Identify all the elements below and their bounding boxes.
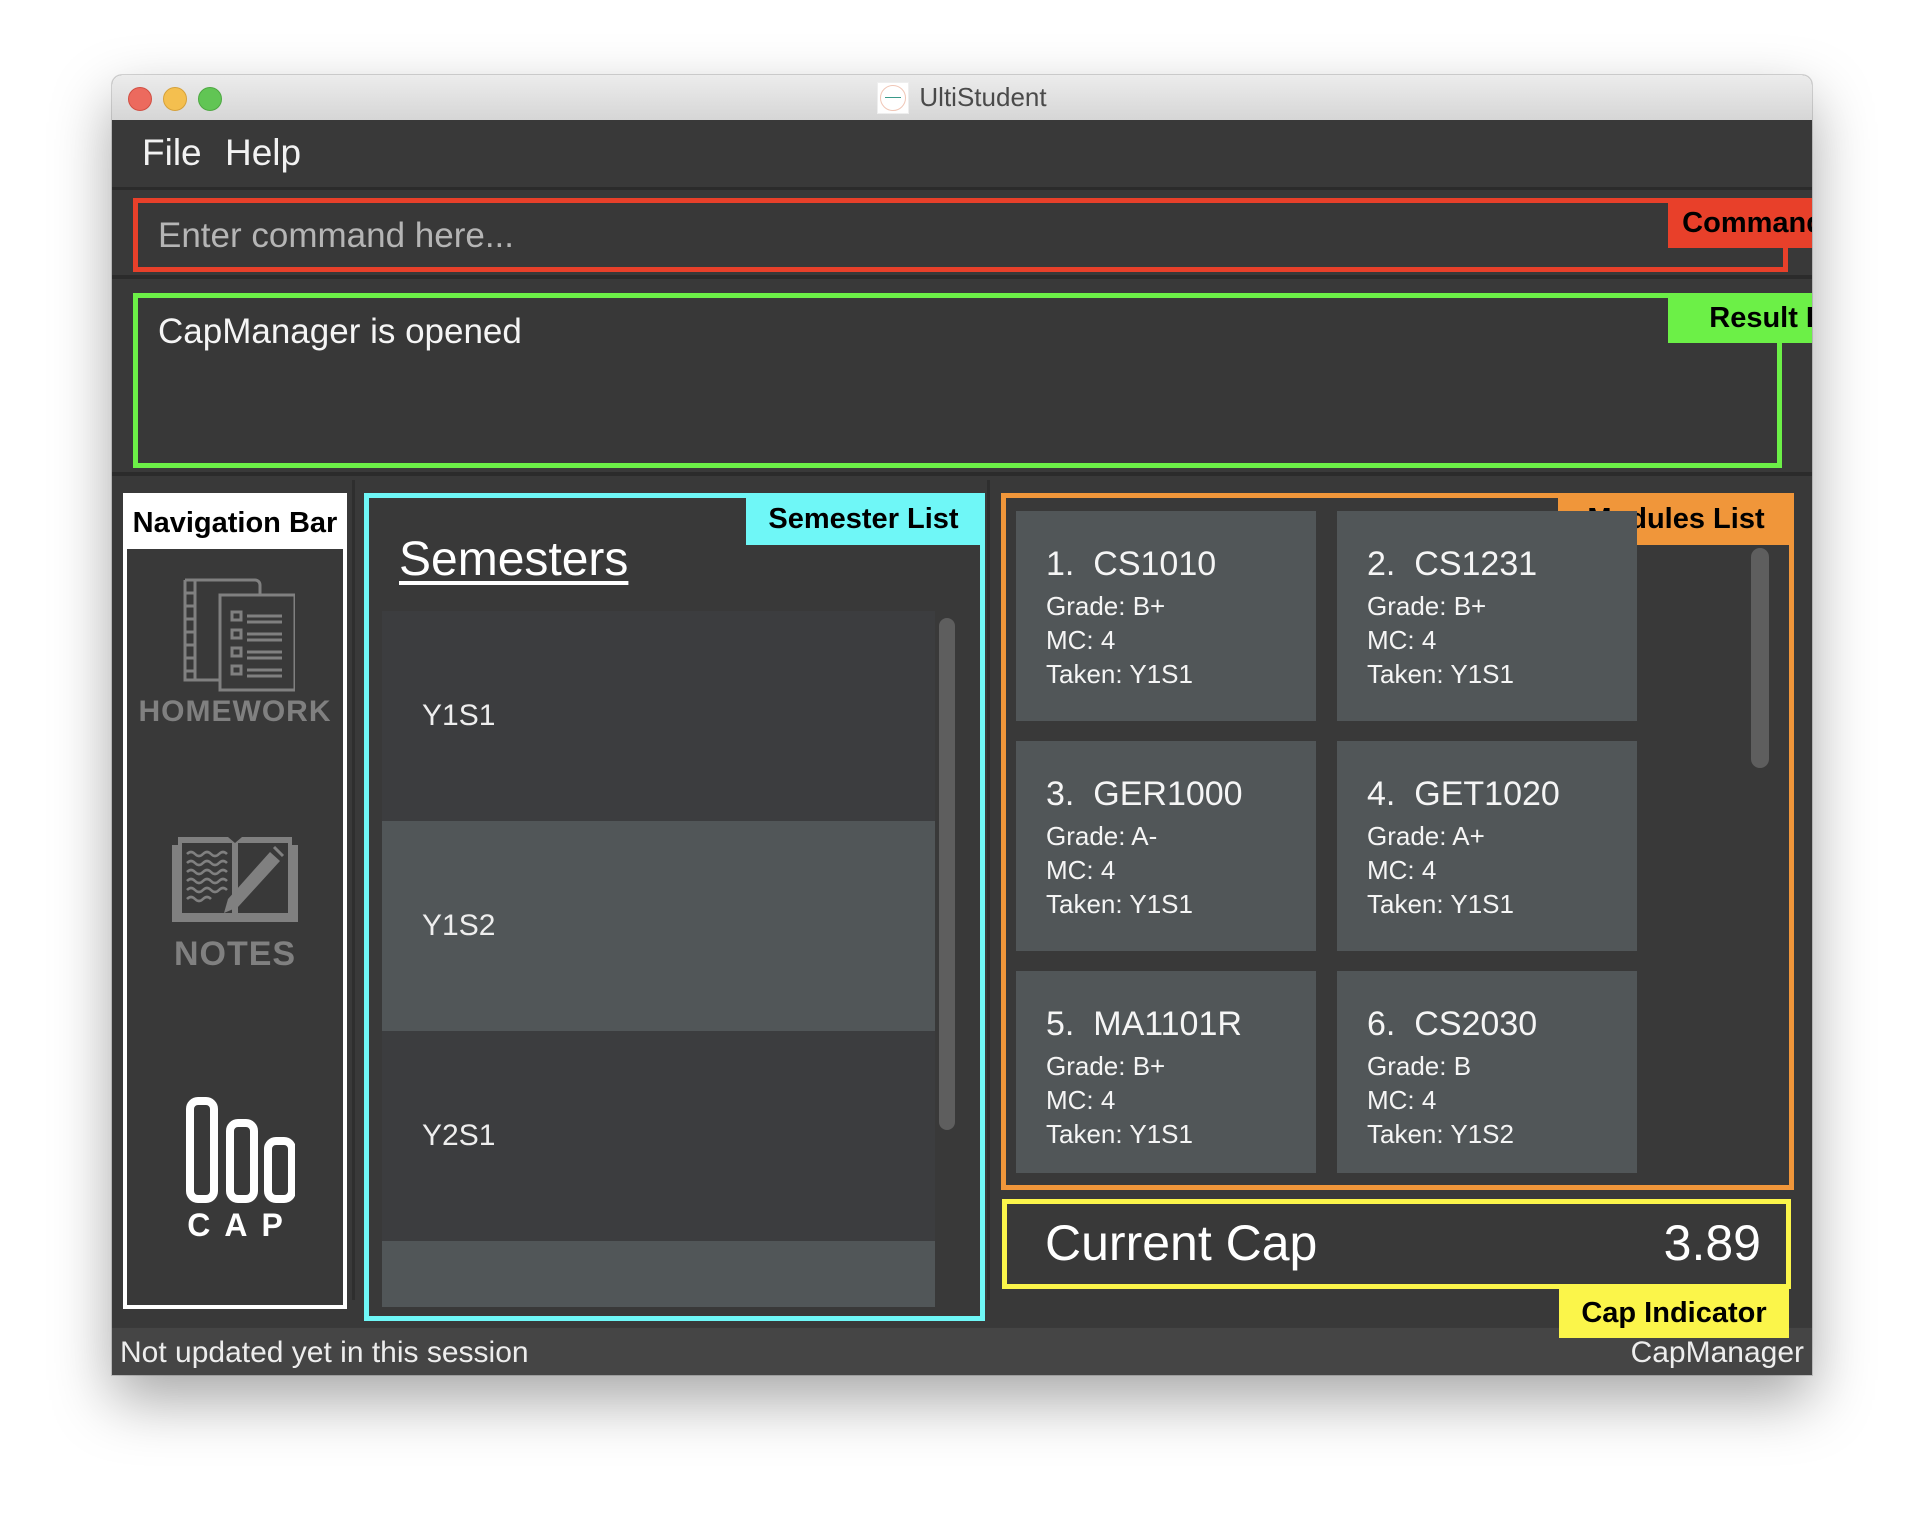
module-grade: Grade: B+	[1367, 591, 1487, 621]
semester-list-annotation: Semester List	[746, 493, 981, 545]
semester-list: Y1S1 Y1S2 Y2S1	[382, 611, 935, 1307]
module-taken: Taken: Y1S1	[1046, 1119, 1193, 1149]
app-window: UltiStudent File Help Command Box CapMan…	[112, 75, 1812, 1375]
module-grade: Grade: B+	[1046, 1051, 1166, 1081]
app-logo-icon	[877, 81, 910, 114]
semester-label: Y2S1	[422, 1119, 496, 1152]
divider	[987, 480, 990, 1300]
navigation-bar: Navigation Bar HOMEWORK NOTES CAP	[123, 493, 347, 1309]
module-taken: Taken: Y1S1	[1046, 659, 1193, 689]
module-mc: MC: 4	[1367, 1085, 1437, 1115]
result-area: CapManager is opened Result Box	[112, 279, 1812, 476]
nav-item-homework[interactable]: HOMEWORK	[127, 575, 343, 729]
command-area: Command Box	[112, 190, 1812, 279]
module-mc: MC: 4	[1046, 625, 1116, 655]
cap-indicator: Current Cap 3.89	[1002, 1199, 1791, 1289]
command-box	[133, 198, 1788, 272]
result-box: CapManager is opened	[133, 293, 1782, 468]
status-sync-text: Not updated yet in this session	[120, 1336, 529, 1369]
module-taken: Taken: Y1S1	[1367, 889, 1514, 919]
module-mc: MC: 4	[1046, 855, 1116, 885]
module-mc: MC: 4	[1367, 855, 1437, 885]
menu-bar: File Help	[112, 120, 1812, 190]
module-title: 2. CS1231	[1367, 545, 1538, 583]
result-box-annotation: Result Box	[1668, 293, 1812, 343]
cap-value: 3.89	[1663, 1215, 1761, 1271]
nav-label-notes: NOTES	[173, 935, 297, 973]
module-mc: MC: 4	[1046, 1085, 1116, 1115]
divider	[352, 480, 355, 1300]
nav-item-cap[interactable]: CAP	[127, 1097, 343, 1244]
window-title-group: UltiStudent	[112, 75, 1812, 120]
notes-icon	[172, 837, 298, 922]
module-card[interactable]: 6. CS2030 Grade: B MC: 4 Taken: Y1S2	[1337, 971, 1637, 1173]
module-taken: Taken: Y1S1	[1046, 889, 1193, 919]
module-card[interactable]: 4. GET1020 Grade: A+ MC: 4 Taken: Y1S1	[1337, 741, 1637, 951]
cap-icon	[186, 1097, 295, 1203]
module-grade: Grade: A-	[1046, 821, 1158, 851]
semester-label: Y1S1	[422, 699, 496, 732]
module-card[interactable]: 1. CS1010 Grade: B+ MC: 4 Taken: Y1S1	[1016, 511, 1316, 721]
status-bar: Not updated yet in this session CapManag…	[112, 1327, 1812, 1375]
menu-help[interactable]: Help	[225, 132, 301, 174]
semesters-heading: Semesters	[399, 533, 629, 586]
title-bar: UltiStudent	[112, 75, 1812, 121]
nav-item-notes[interactable]: NOTES	[127, 837, 343, 974]
modules-scrollbar-thumb[interactable]	[1751, 548, 1769, 768]
module-title: 5. MA1101R	[1046, 1005, 1242, 1043]
module-taken: Taken: Y1S2	[1367, 1119, 1514, 1149]
module-title: 6. CS2030	[1367, 1005, 1538, 1043]
module-mc: MC: 4	[1367, 625, 1437, 655]
module-grade: Grade: A+	[1367, 821, 1485, 851]
semester-item[interactable]: Y1S1	[382, 611, 935, 821]
module-title: 1. CS1010	[1046, 545, 1217, 583]
nav-label-homework: HOMEWORK	[138, 695, 332, 728]
semester-item[interactable]: Y1S2	[382, 821, 935, 1031]
status-app-name: CapManager	[1630, 1336, 1804, 1369]
semester-list-panel: Semester List Semesters Y1S1 Y1S2 Y2S1	[364, 493, 985, 1321]
command-input[interactable]	[156, 209, 1560, 263]
module-title: 4. GET1020	[1367, 775, 1560, 813]
semester-item[interactable]	[382, 1241, 935, 1307]
window-title: UltiStudent	[919, 82, 1047, 112]
module-grade: Grade: B+	[1046, 591, 1166, 621]
module-card[interactable]: 3. GER1000 Grade: A- MC: 4 Taken: Y1S1	[1016, 741, 1316, 951]
module-card[interactable]: 2. CS1231 Grade: B+ MC: 4 Taken: Y1S1	[1337, 511, 1637, 721]
nav-label-cap: CAP	[187, 1207, 297, 1243]
modules-list-panel: Modules List 1. CS1010 Grade: B+ MC: 4 T…	[1001, 493, 1794, 1190]
homework-icon	[183, 578, 295, 692]
module-card[interactable]: 5. MA1101R Grade: B+ MC: 4 Taken: Y1S1	[1016, 971, 1316, 1173]
result-text: CapManager is opened	[158, 312, 522, 351]
navigation-bar-annotation: Navigation Bar	[127, 497, 343, 549]
module-title: 3. GER1000	[1046, 775, 1243, 813]
semester-scrollbar-thumb[interactable]	[939, 618, 955, 1130]
module-taken: Taken: Y1S1	[1367, 659, 1514, 689]
command-box-annotation: Command Box	[1668, 198, 1812, 248]
cap-indicator-annotation: Cap Indicator	[1559, 1288, 1789, 1338]
cap-label: Current Cap	[1045, 1215, 1318, 1271]
semester-item[interactable]: Y2S1	[382, 1031, 935, 1241]
module-grade: Grade: B	[1367, 1051, 1472, 1081]
semester-label: Y1S2	[422, 909, 496, 942]
menu-file[interactable]: File	[142, 132, 202, 174]
